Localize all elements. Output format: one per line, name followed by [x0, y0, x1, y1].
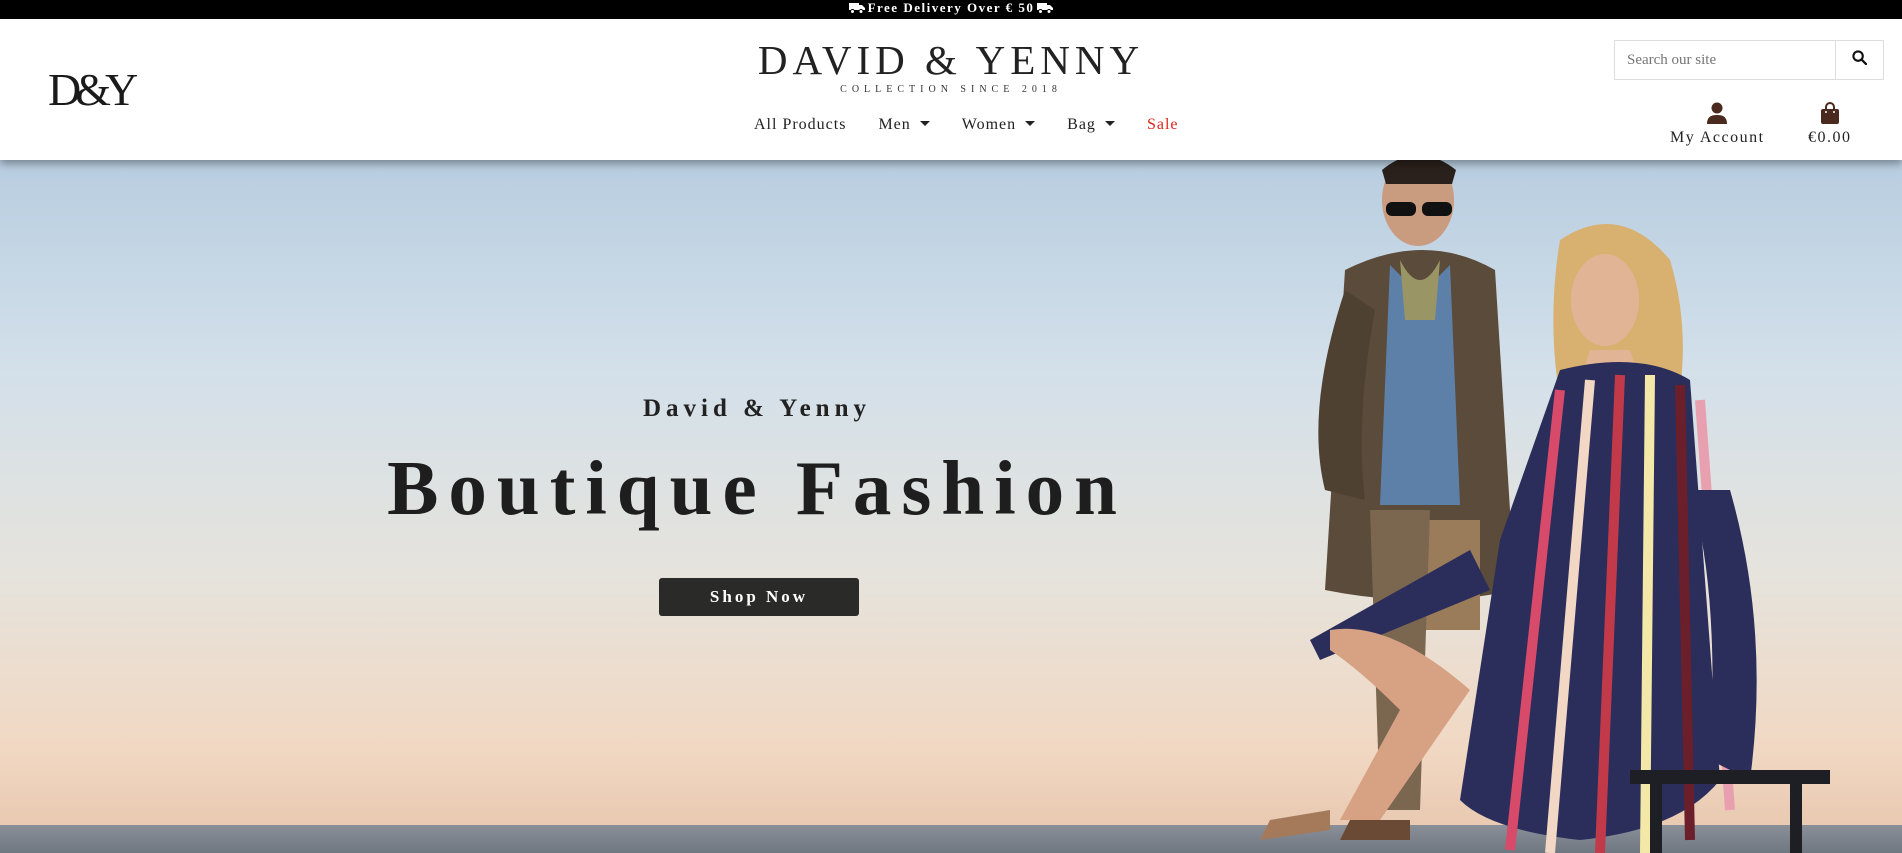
main-nav: All Products Men Women Bag Sale — [738, 116, 1194, 134]
search-icon — [1852, 50, 1868, 70]
nav-item-label: All Products — [754, 116, 847, 133]
nav-item-label: Women — [961, 116, 1017, 133]
site-header: D&Y DAVID & YENNY COLLECTION SINCE 2018 … — [0, 19, 1902, 160]
search-box — [1614, 40, 1884, 80]
shopping-bag-icon — [1808, 100, 1852, 124]
hero-kicker: David & Yenny — [643, 395, 871, 422]
account-label: My Account — [1670, 129, 1765, 146]
nav-item-bag[interactable]: Bag — [1051, 116, 1131, 134]
promo-bar: Free Delivery Over € 50 — [0, 0, 1902, 19]
caret-down-icon — [919, 121, 930, 126]
truck-icon — [1037, 2, 1054, 17]
nav-item-all-products[interactable]: All Products — [738, 116, 862, 134]
brand-subtitle: COLLECTION SINCE 2018 — [840, 84, 1062, 95]
cart-total: €0.00 — [1808, 129, 1852, 146]
search-button[interactable] — [1835, 41, 1883, 79]
nav-item-women[interactable]: Women — [946, 116, 1051, 134]
nav-item-men[interactable]: Men — [862, 116, 945, 134]
hero-models-image — [1260, 160, 1830, 853]
promo-text: Free Delivery Over € 50 — [867, 0, 1035, 15]
nav-item-sale[interactable]: Sale — [1131, 116, 1195, 134]
caret-down-icon — [1025, 121, 1036, 126]
truck-icon — [848, 2, 865, 17]
nav-item-label: Bag — [1067, 116, 1096, 133]
search-input[interactable] — [1615, 41, 1835, 79]
user-icon — [1670, 100, 1765, 124]
nav-item-label: Sale — [1146, 116, 1179, 133]
nav-item-label: Men — [878, 116, 911, 133]
account-link[interactable]: My Account — [1670, 100, 1765, 147]
hero-title: Boutique Fashion — [387, 445, 1127, 531]
caret-down-icon — [1104, 121, 1115, 126]
shop-now-button[interactable]: Shop Now — [659, 578, 859, 616]
hero-banner: David & Yenny Boutique Fashion Shop Now — [0, 160, 1902, 853]
cart-link[interactable]: €0.00 — [1808, 100, 1852, 147]
